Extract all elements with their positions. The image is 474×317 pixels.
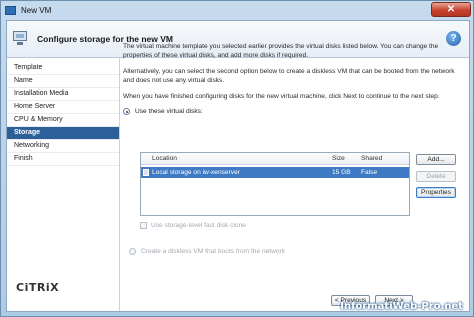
sidebar-item-finish[interactable]: Finish (7, 153, 119, 166)
use-disks-option[interactable]: Use these virtual disks: (123, 108, 457, 115)
title-bar[interactable]: New VM ✕ (1, 1, 473, 19)
use-disks-radio[interactable] (123, 108, 130, 115)
delete-disk-button[interactable]: Delete (416, 171, 456, 182)
diskless-label: Create a diskless VM that boots from the… (141, 248, 286, 255)
wizard-steps-sidebar: Template Name Installation Media Home Se… (7, 58, 120, 311)
column-header-location[interactable]: Location (141, 155, 332, 162)
table-row[interactable]: Local storage on iw-xenserver 15 GB Fals… (141, 167, 409, 178)
virtual-disks-table: Location Size Shared Local storage on iw… (140, 152, 410, 216)
fast-clone-option[interactable]: Use storage-level fast disk clone (140, 222, 246, 229)
add-disk-button[interactable]: Add... (416, 154, 456, 165)
fast-clone-label: Use storage-level fast disk clone (151, 222, 246, 229)
disk-properties-button[interactable]: Properties (416, 187, 456, 198)
window-title: New VM (21, 5, 52, 15)
storage-content: The virtual machine template you selecte… (123, 42, 457, 115)
watermark-text: InformatiWeb-Pro.net (340, 301, 463, 312)
sidebar-item-installation-media[interactable]: Installation Media (7, 88, 119, 101)
sidebar-item-name[interactable]: Name (7, 75, 119, 88)
use-disks-label: Use these virtual disks: (135, 108, 203, 115)
table-header: Location Size Shared (141, 153, 409, 165)
disk-icon (143, 169, 149, 176)
next-step-paragraph: When you have finished configuring disks… (123, 93, 440, 100)
sidebar-item-home-server[interactable]: Home Server (7, 101, 119, 114)
diskless-radio[interactable] (129, 248, 136, 255)
window-app-icon (5, 5, 16, 15)
sidebar-item-networking[interactable]: Networking (7, 140, 119, 153)
disk-shared: False (361, 169, 378, 176)
diskless-option[interactable]: Create a diskless VM that boots from the… (129, 248, 285, 255)
citrix-logo: CiTRiX (16, 281, 60, 294)
intro-paragraph: The virtual machine template you selecte… (123, 43, 439, 59)
new-vm-window: New VM ✕ Configure storage for the new V… (0, 0, 474, 317)
sidebar-item-storage[interactable]: Storage (7, 127, 119, 140)
disk-size: 15 GB (332, 169, 351, 176)
fast-clone-checkbox[interactable] (140, 222, 147, 229)
sidebar-item-template[interactable]: Template (7, 62, 119, 75)
close-button[interactable]: ✕ (431, 2, 471, 17)
column-header-shared[interactable]: Shared (361, 155, 401, 162)
column-header-size[interactable]: Size (332, 155, 361, 162)
sidebar-item-cpu-memory[interactable]: CPU & Memory (7, 114, 119, 127)
disk-location: Local storage on iw-xenserver (152, 169, 240, 176)
vm-monitor-icon (13, 31, 27, 47)
diskless-info-paragraph: Alternatively, you can select the second… (123, 68, 455, 84)
